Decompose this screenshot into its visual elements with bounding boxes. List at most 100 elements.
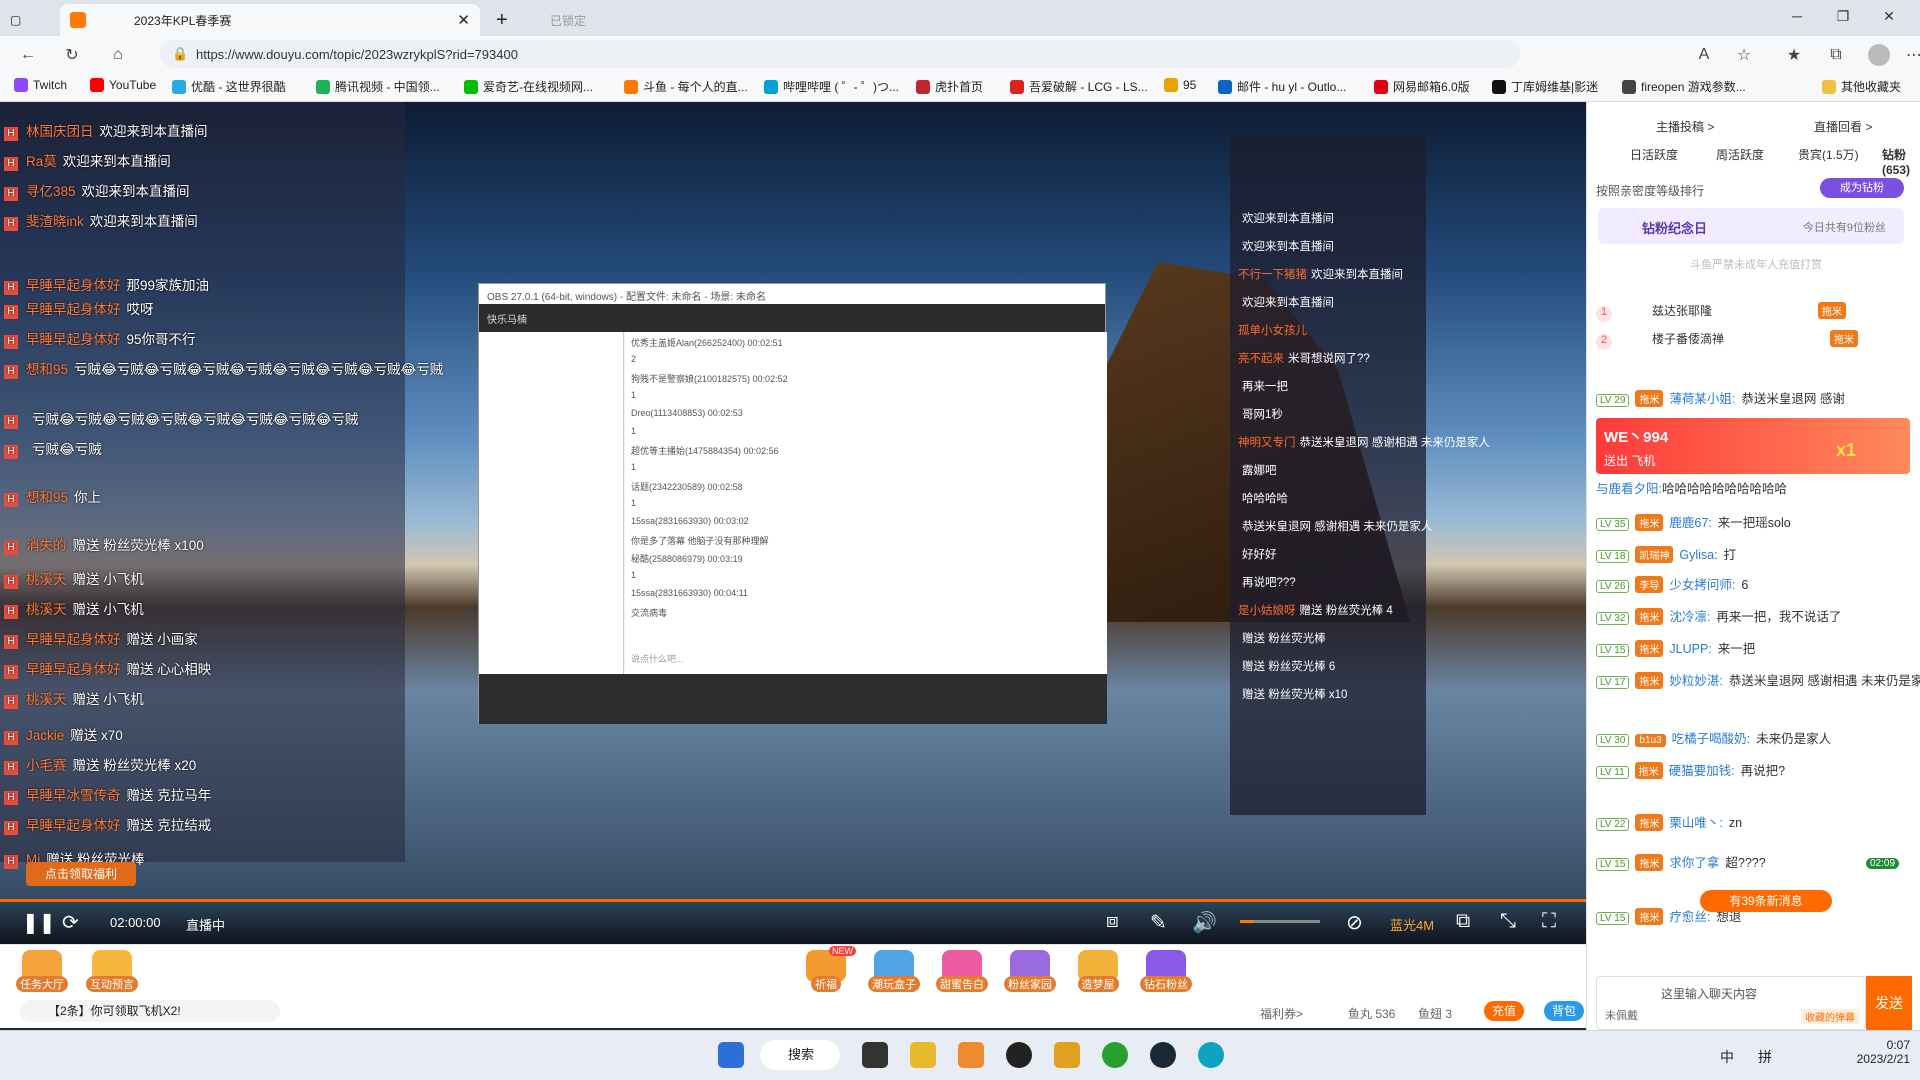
chat-input[interactable]: 未佩戴 这里输入聊天内容 收藏的弹幕	[1596, 976, 1866, 1030]
home-icon[interactable]: ⌂	[104, 42, 132, 68]
recharge-button[interactable]: 充值	[1484, 1001, 1524, 1021]
volume-icon[interactable]: 🔊	[1192, 910, 1217, 935]
restore-icon[interactable]: ❐	[1820, 0, 1866, 32]
chat-username[interactable]: 沈冷凛:	[1669, 610, 1710, 624]
chat-username[interactable]: 求你了拿	[1669, 856, 1719, 870]
anchor-submit-link[interactable]: 主播投稿 >	[1656, 118, 1714, 135]
new-messages-button[interactable]: 有39条新消息	[1700, 890, 1832, 912]
profile-avatar[interactable]	[1868, 44, 1890, 66]
tab-diamond-fans[interactable]: 钻粉(653)	[1882, 146, 1920, 177]
claim-welfare-button[interactable]: 点击领取福利	[26, 862, 136, 886]
app-icon-2[interactable]	[1054, 1042, 1080, 1068]
fullscreen-icon[interactable]: ⛶	[1542, 910, 1556, 933]
more-icon[interactable]: ⋯	[1900, 42, 1920, 68]
chat-username[interactable]: 寻亿385	[26, 184, 76, 199]
clock[interactable]: 0:07 2023/2/21	[1857, 1038, 1910, 1066]
chat-username[interactable]: JLUPP:	[1669, 642, 1711, 656]
chat-username[interactable]: 桃溪天	[26, 692, 67, 707]
tab-daily-active[interactable]: 日活跃度	[1630, 146, 1678, 163]
bookmark-tencent[interactable]: 腾讯视频 - 中国领...	[316, 78, 440, 95]
chat-username[interactable]: 早睡早起身体好	[26, 302, 121, 317]
favorite-star-icon[interactable]: ☆	[1730, 42, 1758, 68]
task-hall-button[interactable]: 任务大厅	[16, 950, 68, 998]
edge-icon[interactable]	[1198, 1042, 1224, 1068]
volume-slider[interactable]	[1240, 920, 1320, 923]
tab-weekly-active[interactable]: 周活跃度	[1716, 146, 1764, 163]
bookmark-fireopen[interactable]: fireopen 游戏参数...	[1622, 78, 1746, 95]
interactive-predict-button[interactable]: 互动预言	[86, 950, 138, 998]
bookmark-outlook[interactable]: 邮件 - hu yl - Outlo...	[1218, 78, 1346, 95]
chat-username[interactable]: 吃橘子喝酸奶:	[1672, 732, 1750, 746]
chat-username[interactable]: 林国庆团日	[26, 124, 94, 139]
chat-username[interactable]: 消失的	[26, 538, 67, 553]
chat-username[interactable]: 想和95	[26, 362, 68, 377]
chat-username[interactable]: Gylisa:	[1679, 548, 1717, 562]
tab-active[interactable]: 2023年KPL春季赛 ✕	[60, 4, 480, 36]
close-tab-icon[interactable]: ✕	[457, 11, 470, 29]
chat-username[interactable]: 少女拷问师:	[1669, 578, 1735, 592]
progress-bar[interactable]	[0, 899, 1586, 902]
obs-window[interactable]: OBS 27.0.1 (64-bit, windows) - 配置文件: 未命名…	[478, 283, 1107, 724]
file-explorer-icon[interactable]	[910, 1042, 936, 1068]
chat-username[interactable]: 早睡早起身体好	[26, 278, 121, 293]
app-icon-3[interactable]	[1102, 1042, 1128, 1068]
chat-username[interactable]: 妙粒妙湛:	[1669, 674, 1722, 688]
bookmark-youku[interactable]: 优酷 - 这世界很酷	[172, 78, 286, 95]
gift-1-button[interactable]: 潮玩盒子	[868, 950, 920, 998]
quality-selector[interactable]: 蓝光4M	[1390, 915, 1434, 934]
bookmark-douyu[interactable]: 斗鱼 - 每个人的直...	[624, 78, 748, 95]
taskbar-search[interactable]: 搜索	[760, 1040, 840, 1070]
screenshot-icon[interactable]: ⧈	[1106, 910, 1119, 933]
chat-username[interactable]: 早睡早起身体好	[26, 662, 121, 677]
bookmark-other[interactable]: 其他收藏夹	[1822, 78, 1901, 95]
task-view-icon[interactable]	[862, 1042, 888, 1068]
favorites-icon[interactable]: ★	[1780, 42, 1808, 68]
chat-username[interactable]: 鹿鹿67:	[1669, 516, 1711, 530]
chat-username[interactable]: 早睡早起身体好	[26, 332, 121, 347]
edit-icon[interactable]: ✎	[1150, 910, 1167, 935]
rank-item[interactable]: 2 楼子番倭滴禅 拖米	[1596, 330, 1864, 350]
refresh-stream-icon[interactable]: ⟳	[62, 910, 79, 935]
tab-vip[interactable]: 贵宾(1.5万)	[1798, 146, 1859, 163]
chat-username[interactable]: 想和95	[26, 490, 68, 505]
chat-username[interactable]: 栗山唯丶:	[1669, 816, 1722, 830]
obs-contact-list[interactable]	[479, 332, 624, 674]
chat-username[interactable]: 疗愈丝:	[1669, 910, 1710, 924]
pause-icon[interactable]: ❚❚	[22, 910, 56, 935]
gift-4-button[interactable]: 造梦屋	[1072, 950, 1124, 998]
welfare-notice[interactable]: 【2条】你可领取飞机X2!	[20, 1000, 280, 1022]
chat-username[interactable]: 早睡早起身体好	[26, 632, 121, 647]
gift-5-button[interactable]: 钻石粉丝	[1140, 950, 1192, 998]
bookmark-95[interactable]: 95	[1164, 78, 1196, 92]
app-icon-1[interactable]	[958, 1042, 984, 1068]
obs-taskbar-icon[interactable]	[1006, 1042, 1032, 1068]
ime-mode[interactable]: 拼	[1758, 1047, 1772, 1067]
back-icon[interactable]: ←	[14, 42, 42, 68]
chat-username[interactable]: 桃溪天	[26, 602, 67, 617]
collections-icon[interactable]: ⧉	[1822, 42, 1850, 68]
ime-indicator[interactable]: 中	[1720, 1047, 1734, 1067]
bookmark-iqiyi[interactable]: 爱奇艺-在线视频网...	[464, 78, 593, 95]
gift-0-button[interactable]: 祈福 NEW	[800, 946, 856, 998]
steam-icon[interactable]	[1150, 1042, 1176, 1068]
become-diamond-fan-button[interactable]: 成为钻粉	[1820, 178, 1904, 198]
start-icon[interactable]	[718, 1042, 744, 1068]
bag-button[interactable]: 背包	[1544, 1001, 1584, 1021]
danmaku-toggle-icon[interactable]: ⊘	[1346, 910, 1363, 935]
gift-3-button[interactable]: 粉丝家园	[1004, 950, 1056, 998]
gift-2-button[interactable]: 甜蜜告白	[936, 950, 988, 998]
bookmark-youtube[interactable]: YouTube	[90, 78, 156, 92]
chat-username[interactable]: 桃溪天	[26, 572, 67, 587]
bookmark-twitch[interactable]: Twitch	[14, 78, 67, 92]
refresh-icon[interactable]: ↻	[58, 42, 86, 68]
chat-username[interactable]: 早睡早起身体好	[26, 818, 121, 833]
welfare-link[interactable]: 福利券>	[1260, 1005, 1303, 1022]
bookmark-wiki[interactable]: 丁库姆维基|影迷	[1492, 78, 1598, 95]
bookmark-hupu[interactable]: 虎扑首页	[916, 78, 983, 95]
tab-actions-button[interactable]: ▢	[0, 4, 44, 36]
read-aloud-icon[interactable]: A	[1690, 42, 1718, 68]
send-button[interactable]: 发送	[1866, 976, 1912, 1030]
chat-username[interactable]: 小毛赛	[26, 758, 67, 773]
minimize-icon[interactable]: ─	[1774, 0, 1820, 32]
bookmark-52pojie[interactable]: 吾爱破解 - LCG - LS...	[1010, 78, 1148, 95]
